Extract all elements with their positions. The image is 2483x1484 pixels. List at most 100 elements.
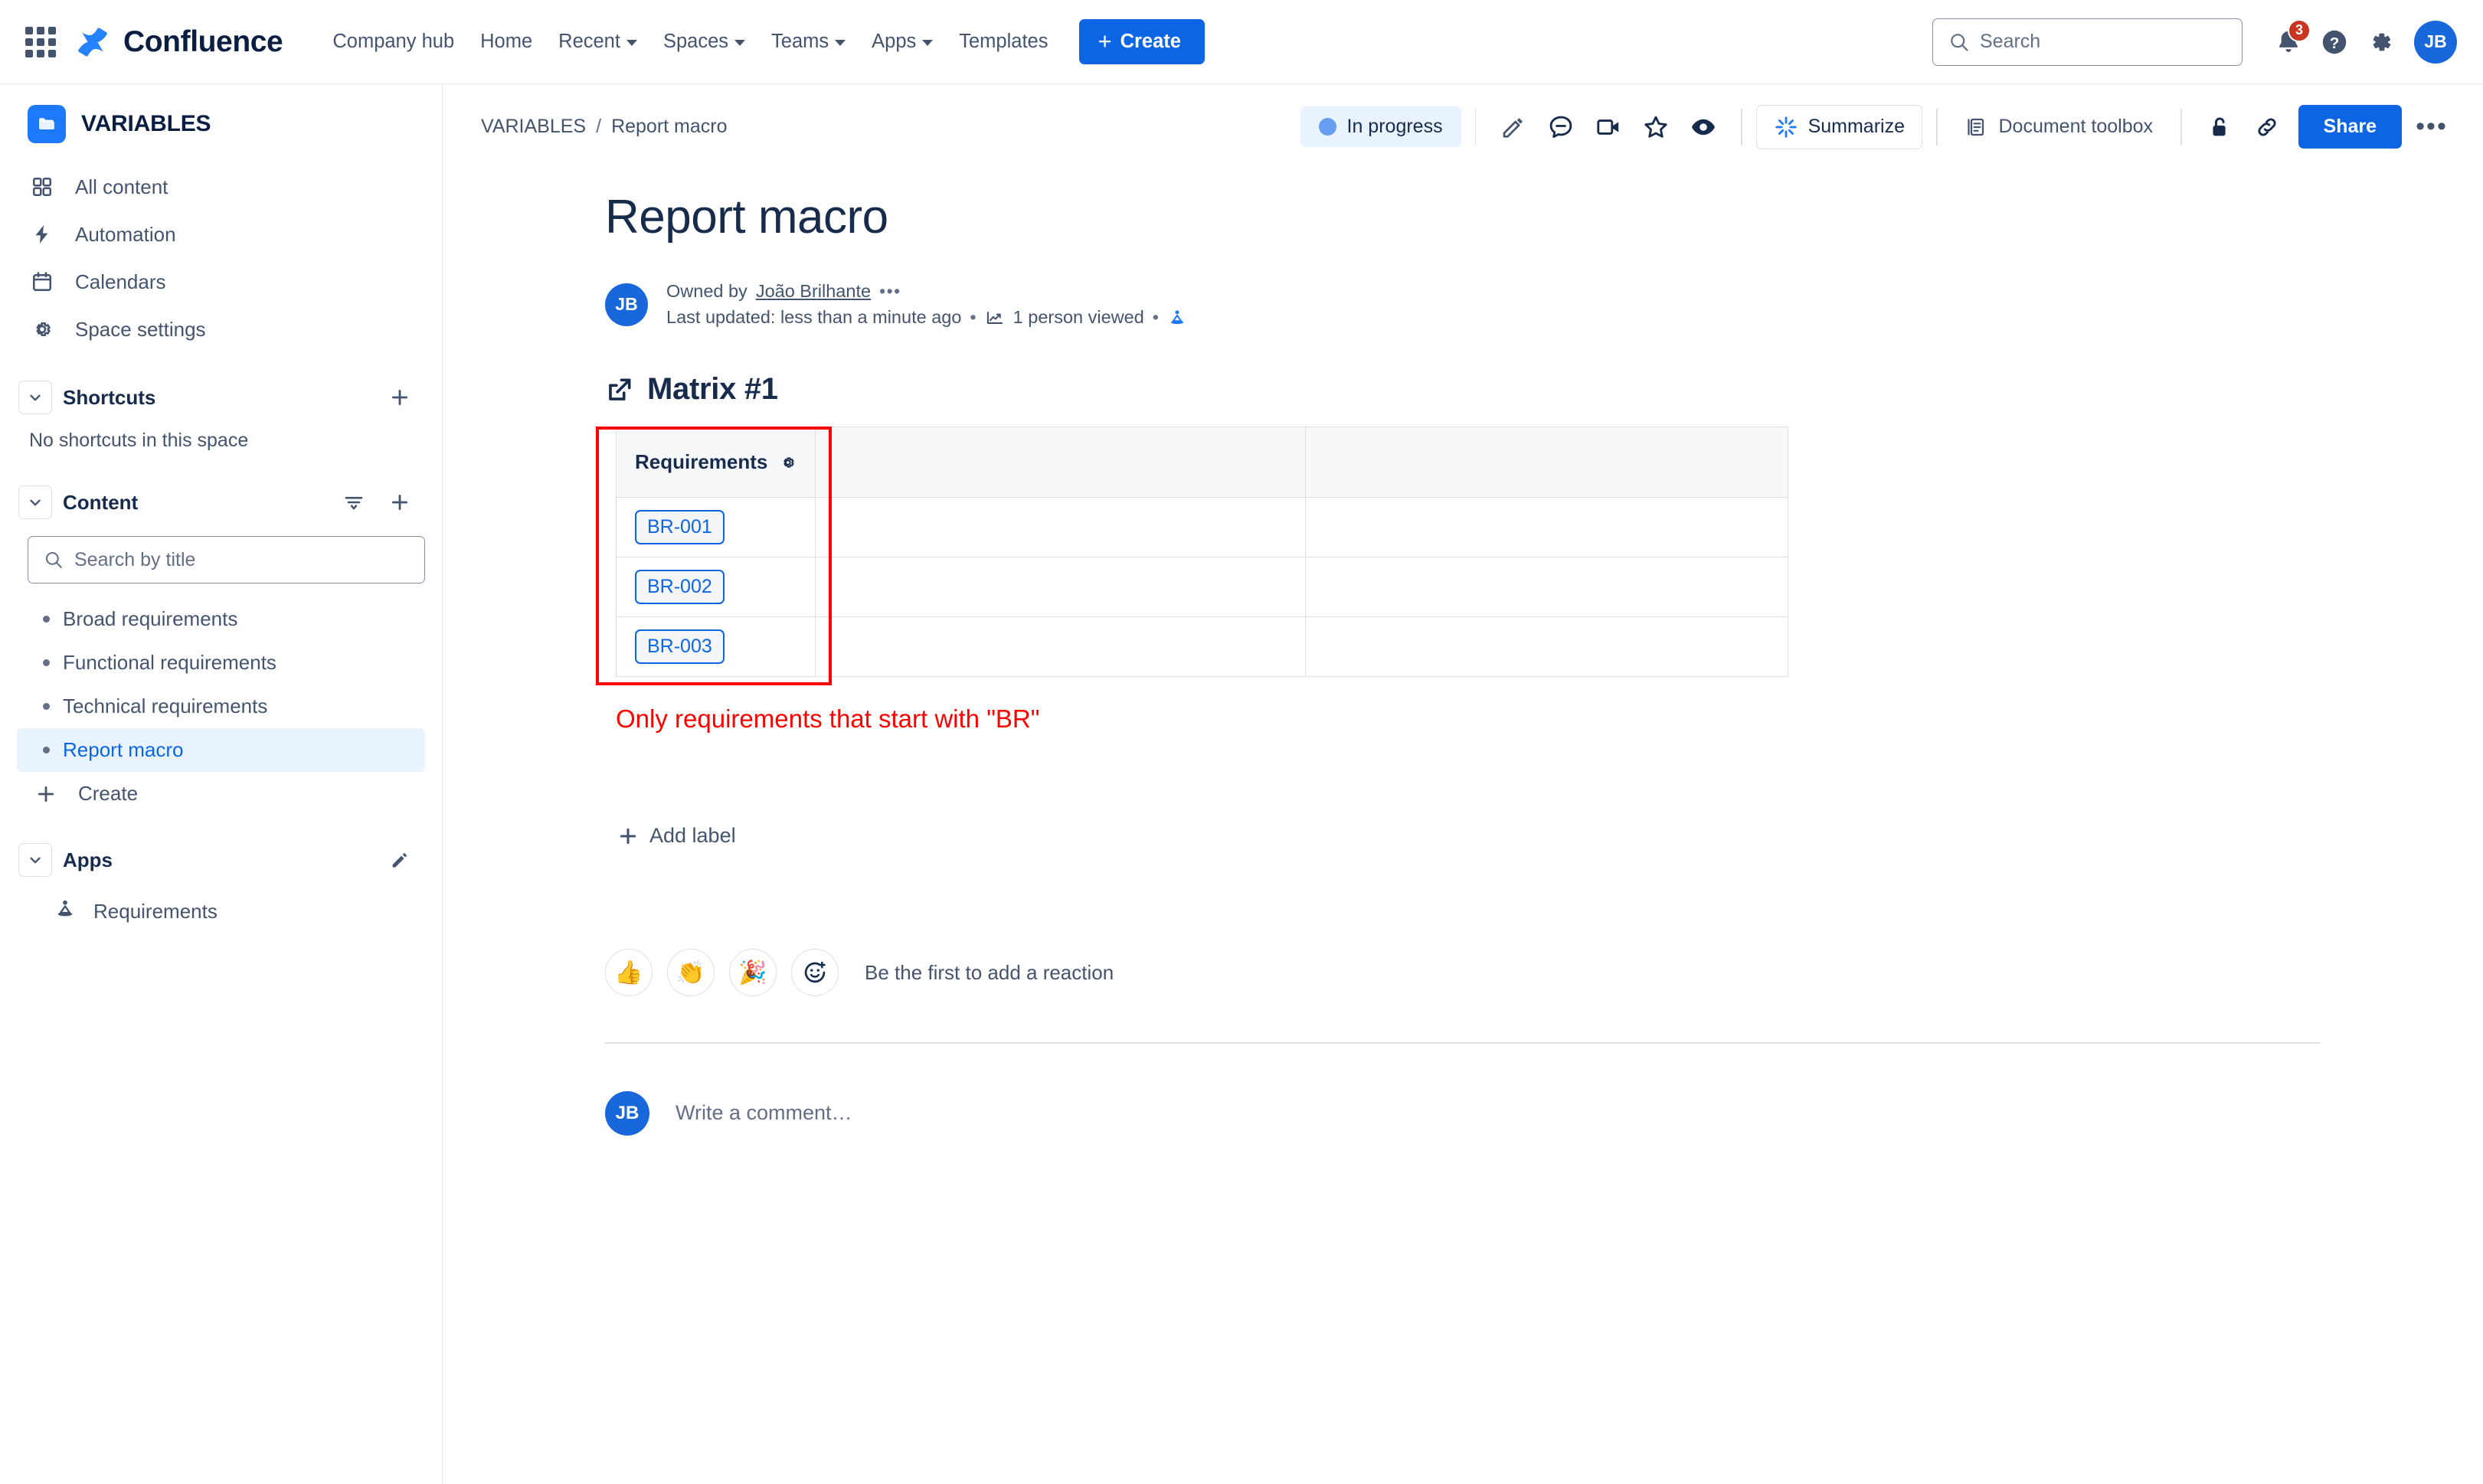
space-header[interactable]: VARIABLES xyxy=(0,84,442,160)
reaction-party-button[interactable]: 🎉 xyxy=(729,949,777,996)
star-button[interactable] xyxy=(1632,103,1680,151)
link-icon xyxy=(2257,117,2276,136)
table-cell-empty[interactable] xyxy=(1305,497,1788,557)
app-switcher-icon[interactable] xyxy=(23,25,58,60)
sidebar-item-all-content[interactable]: All content xyxy=(17,163,425,211)
edit-page-button[interactable] xyxy=(1490,103,1537,151)
status-dot-icon xyxy=(1318,118,1336,136)
space-nav-list: All content Automation Calendars Space s… xyxy=(0,160,442,353)
edit-apps-button[interactable] xyxy=(384,844,416,876)
column-header-empty-1[interactable] xyxy=(815,427,1306,498)
svg-text:?: ? xyxy=(2330,34,2340,51)
document-toolbox-button[interactable]: Document toolbox xyxy=(1951,106,2167,148)
search-input[interactable]: Search xyxy=(1932,18,2243,66)
sidebar-create-page-button[interactable]: Create xyxy=(17,772,425,816)
content-collapse-toggle[interactable] xyxy=(18,485,52,519)
owner-name-link[interactable]: João Brilhante xyxy=(756,281,871,302)
restrictions-button[interactable] xyxy=(2196,103,2243,151)
watch-button[interactable] xyxy=(1680,103,1727,151)
comments-button[interactable] xyxy=(1537,103,1585,151)
more-options-button[interactable]: ••• xyxy=(2408,103,2455,151)
table-cell-empty[interactable] xyxy=(815,557,1306,617)
search-icon xyxy=(45,551,62,568)
add-reaction-icon xyxy=(804,961,826,983)
table-header-row: Requirements xyxy=(616,427,1788,498)
nav-item-home[interactable]: Home xyxy=(467,21,545,62)
notifications-button[interactable]: 3 xyxy=(2265,18,2311,65)
views-count-text[interactable]: 1 person viewed xyxy=(1013,307,1144,328)
comment-composer[interactable]: JB Write a comment… xyxy=(605,1090,2367,1136)
settings-button[interactable] xyxy=(2357,19,2403,65)
reaction-thumbsup-button[interactable]: 👍 xyxy=(605,949,653,996)
requirement-chip[interactable]: BR-001 xyxy=(635,510,725,544)
metadata-separator: • xyxy=(970,307,977,327)
sidebar-item-functional-requirements[interactable]: Functional requirements xyxy=(17,641,425,685)
user-avatar[interactable]: JB xyxy=(2414,20,2457,64)
nav-item-spaces[interactable]: Spaces xyxy=(650,21,758,62)
breadcrumb: VARIABLES / Report macro xyxy=(481,116,728,138)
sidebar-item-broad-requirements[interactable]: Broad requirements xyxy=(17,597,425,641)
plus-icon xyxy=(29,783,63,805)
requirement-chip[interactable]: BR-002 xyxy=(635,570,725,604)
table-cell-empty[interactable] xyxy=(815,497,1306,557)
nav-item-recent[interactable]: Recent xyxy=(545,21,650,62)
table-cell-empty[interactable] xyxy=(1305,616,1788,677)
apps-collapse-toggle[interactable] xyxy=(18,843,52,877)
reactions-hint-text: Be the first to add a reaction xyxy=(865,960,1114,984)
filter-content-button[interactable] xyxy=(338,486,370,518)
nav-item-templates[interactable]: Templates xyxy=(946,21,1061,62)
byline-more-icon[interactable]: ••• xyxy=(879,281,901,302)
table-row: BR-001 xyxy=(616,497,1788,557)
sidebar-item-report-macro[interactable]: Report macro xyxy=(17,728,425,772)
help-button[interactable]: ? xyxy=(2311,19,2357,65)
last-updated-text: Last updated: less than a minute ago xyxy=(666,307,962,327)
bullet-icon xyxy=(29,703,63,710)
sidebar-item-calendars[interactable]: Calendars xyxy=(17,258,425,306)
add-shortcut-button[interactable] xyxy=(384,381,416,413)
sidebar-item-requirements-app[interactable]: Requirements xyxy=(17,887,425,936)
status-badge[interactable]: In progress xyxy=(1300,106,1461,147)
space-folder-icon xyxy=(28,105,66,143)
nav-item-teams[interactable]: Teams xyxy=(758,21,859,62)
summarize-button[interactable]: Summarize xyxy=(1755,104,1922,149)
column-header-requirements[interactable]: Requirements xyxy=(616,427,816,498)
requirements-matrix-table: Requirements BR-001 BR-002 BR-003 xyxy=(616,427,1788,677)
create-button[interactable]: + Create xyxy=(1079,19,1205,64)
breadcrumb-current-page[interactable]: Report macro xyxy=(611,116,727,138)
sidebar-item-automation[interactable]: Automation xyxy=(17,211,425,258)
section-heading-label: Matrix #1 xyxy=(647,372,778,406)
nav-item-apps[interactable]: Apps xyxy=(859,21,946,62)
add-content-button[interactable] xyxy=(384,486,416,518)
confluence-home-link[interactable]: Confluence xyxy=(75,25,283,60)
add-label-button[interactable]: Add label xyxy=(617,824,736,848)
chevron-down-icon xyxy=(922,40,934,46)
owner-avatar[interactable]: JB xyxy=(605,283,648,326)
comment-input-placeholder[interactable]: Write a comment… xyxy=(676,1101,852,1125)
table-cell-empty[interactable] xyxy=(815,616,1306,677)
search-by-title-input[interactable]: Search by title xyxy=(28,536,425,583)
table-cell-requirement[interactable]: BR-002 xyxy=(616,557,816,617)
calendar-icon xyxy=(29,269,55,295)
copy-link-button[interactable] xyxy=(2243,103,2291,151)
pencil-icon xyxy=(392,852,407,868)
nav-item-company-hub[interactable]: Company hub xyxy=(319,21,467,62)
video-icon xyxy=(1597,119,1619,135)
share-button[interactable]: Share xyxy=(2298,105,2402,149)
search-by-title-placeholder: Search by title xyxy=(74,548,196,570)
breadcrumb-space[interactable]: VARIABLES xyxy=(481,116,586,138)
page-tree: Broad requirements Functional requiremen… xyxy=(0,583,442,816)
sidebar-item-space-settings[interactable]: Space settings xyxy=(17,306,425,353)
nav-label: Teams xyxy=(771,31,829,52)
table-cell-requirement[interactable]: BR-003 xyxy=(616,616,816,677)
video-button[interactable] xyxy=(1585,103,1632,151)
add-reaction-button[interactable] xyxy=(791,949,839,996)
sidebar-item-technical-requirements[interactable]: Technical requirements xyxy=(17,685,425,728)
gear-icon[interactable] xyxy=(780,451,797,474)
document-toolbox-icon xyxy=(1967,118,1984,136)
reaction-clap-button[interactable]: 👏 xyxy=(667,949,715,996)
column-header-empty-2[interactable] xyxy=(1305,427,1788,498)
requirement-chip[interactable]: BR-003 xyxy=(635,629,725,664)
table-cell-empty[interactable] xyxy=(1305,557,1788,617)
table-cell-requirement[interactable]: BR-001 xyxy=(616,497,816,557)
shortcuts-collapse-toggle[interactable] xyxy=(18,381,52,414)
